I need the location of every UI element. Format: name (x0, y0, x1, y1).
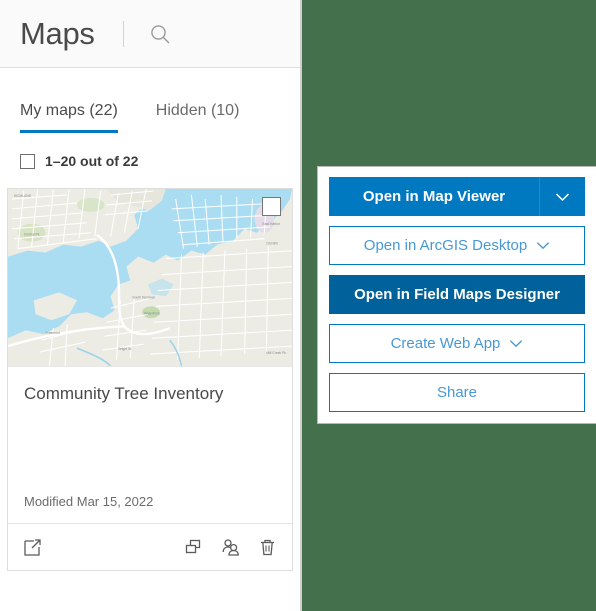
result-count-label: 1–20 out of 22 (45, 153, 139, 169)
chevron-down-icon (536, 237, 550, 254)
card-modified-date: Modified Mar 15, 2022 (24, 494, 154, 509)
search-icon[interactable] (146, 20, 174, 48)
open-in-arcgis-desktop-label: Open in ArcGIS Desktop (363, 237, 528, 254)
maps-panel: Maps My maps (22) Hidden (10) 1–20 out o… (0, 0, 302, 611)
card-footer-actions (184, 538, 277, 557)
card-footer (8, 523, 292, 570)
open-in-arcgis-desktop-button[interactable]: Open in ArcGIS Desktop (329, 226, 585, 265)
open-in-map-viewer-label: Open in Map Viewer (362, 188, 506, 205)
panel-header: Maps (0, 0, 300, 68)
card-body: Community Tree Inventory Modified Mar 15… (8, 367, 292, 523)
card-title[interactable]: Community Tree Inventory (24, 384, 276, 404)
share-label: Share (436, 384, 478, 401)
card-select-checkbox[interactable] (262, 197, 281, 216)
create-web-app-button[interactable]: Create Web App (329, 324, 585, 363)
svg-text:East Harbor: East Harbor (262, 222, 281, 226)
chevron-down-icon (509, 335, 523, 352)
duplicate-icon[interactable] (184, 538, 203, 557)
svg-text:Freemont: Freemont (45, 331, 59, 335)
item-actions-dropdown: Open in Map Viewer Open in ArcGIS Deskto… (317, 166, 596, 424)
open-in-field-maps-designer-button[interactable]: Open in Field Maps Designer (329, 275, 585, 314)
open-external-icon[interactable] (23, 538, 42, 557)
tab-bar: My maps (22) Hidden (10) (0, 102, 300, 133)
svg-text:HIGHLAND: HIGHLAND (14, 194, 32, 198)
map-thumbnail: HIGHLAND Central Pk East Harbor Freemont… (8, 189, 292, 367)
svg-text:South Terminal: South Terminal (132, 295, 155, 299)
create-web-app-label: Create Web App (390, 335, 501, 352)
chevron-down-icon[interactable] (539, 177, 585, 216)
tab-my-maps[interactable]: My maps (22) (20, 102, 118, 133)
select-all-row: 1–20 out of 22 (0, 153, 300, 169)
tab-hidden[interactable]: Hidden (10) (156, 102, 240, 133)
svg-text:Old Mill: Old Mill (266, 242, 277, 246)
share-group-icon[interactable] (220, 538, 241, 557)
open-in-field-maps-designer-label: Open in Field Maps Designer (354, 286, 560, 303)
svg-text:Central Pk: Central Pk (24, 233, 40, 237)
header-divider (122, 20, 124, 47)
select-all-checkbox[interactable] (20, 153, 35, 169)
share-button[interactable]: Share (329, 373, 585, 412)
svg-text:Bright St: Bright St (118, 347, 131, 351)
svg-text:Waterfront: Waterfront (144, 311, 160, 315)
open-in-map-viewer-button[interactable]: Open in Map Viewer (329, 177, 585, 216)
map-item-card[interactable]: HIGHLAND Central Pk East Harbor Freemont… (7, 188, 293, 571)
trash-icon[interactable] (258, 538, 277, 557)
page-title: Maps (20, 16, 95, 51)
svg-text:Mill Creek Pk: Mill Creek Pk (266, 351, 286, 355)
